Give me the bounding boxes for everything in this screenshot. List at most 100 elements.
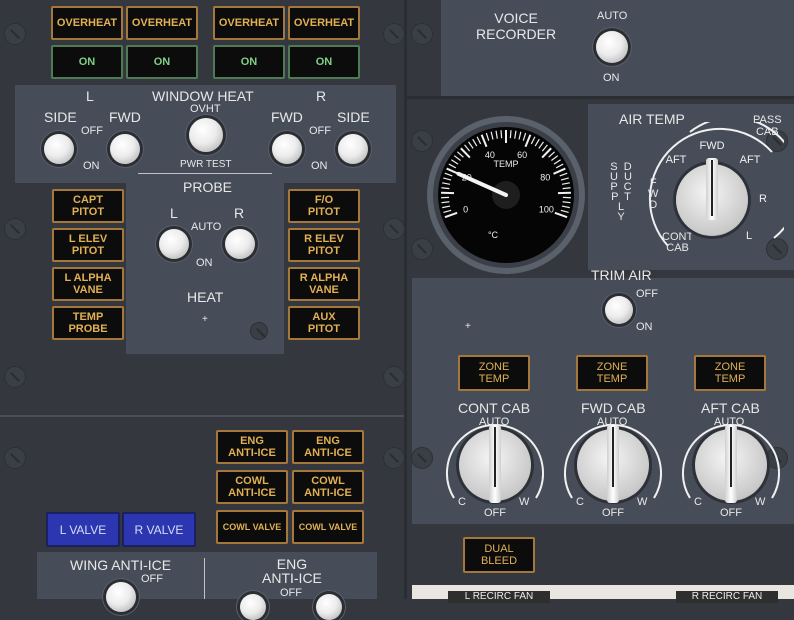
air-temp-pos-r: R bbox=[759, 193, 767, 205]
divider bbox=[407, 96, 794, 99]
pwr-test-line bbox=[138, 173, 272, 174]
aft-cab-warm: W bbox=[755, 497, 765, 508]
window-heat-l-side-switch[interactable] bbox=[44, 134, 74, 164]
zone-temp-light-cont-cab: ZONE TEMP bbox=[458, 355, 530, 391]
window-heat-test-switch[interactable] bbox=[189, 118, 223, 152]
air-temp-pos-aft-right: AFT bbox=[740, 154, 761, 166]
overheat-light-l-fwd: OVERHEAT bbox=[126, 6, 198, 40]
divider bbox=[404, 0, 407, 599]
screw bbox=[250, 322, 268, 340]
plus-mark: + bbox=[465, 322, 471, 332]
overheat-light-r-fwd: OVERHEAT bbox=[213, 6, 285, 40]
window-heat-on-light-r-fwd: ON bbox=[213, 45, 285, 79]
window-heat-l-fwd-switch[interactable] bbox=[110, 134, 140, 164]
window-heat-left-marker: L bbox=[86, 89, 94, 103]
probe-heat-l-switch[interactable] bbox=[159, 229, 189, 259]
probe-auto-label: AUTO bbox=[191, 222, 221, 233]
r-fwd-label: FWD bbox=[271, 110, 303, 124]
aft-cab-off: OFF bbox=[720, 508, 742, 519]
zone-temp-light-aft-cab: ZONE TEMP bbox=[694, 355, 766, 391]
cont-cab-warm: W bbox=[519, 497, 529, 508]
knob-index bbox=[730, 427, 732, 487]
plus-mark: + bbox=[202, 315, 208, 325]
fwd-cab-selector-knob[interactable] bbox=[577, 429, 649, 501]
window-heat-title: WINDOW HEAT bbox=[152, 89, 254, 103]
air-temp-pos-aft-left: AFT bbox=[666, 154, 687, 166]
dual-bleed-light: DUAL BLEED bbox=[463, 537, 535, 573]
r-on-label: ON bbox=[311, 161, 328, 172]
air-temp-knob-index bbox=[711, 160, 713, 216]
ovht-label: OVHT bbox=[190, 104, 221, 115]
r-elev-pitot-light: R ELEV PITOT bbox=[288, 228, 360, 262]
window-heat-on-light-l-side: ON bbox=[51, 45, 123, 79]
voice-recorder-switch[interactable] bbox=[596, 31, 628, 63]
screw bbox=[411, 23, 433, 45]
eng-anti-ice-off-label: OFF bbox=[280, 588, 302, 599]
gauge-tick-label: 60 bbox=[517, 150, 527, 160]
fwd-cab-warm: W bbox=[637, 497, 647, 508]
wing-anti-ice-switch[interactable] bbox=[106, 582, 136, 612]
l-elev-pitot-light: L ELEV PITOT bbox=[52, 228, 124, 262]
wing-anti-ice-off-label: OFF bbox=[141, 574, 163, 585]
gauge-label: TEMP bbox=[493, 159, 518, 169]
knob-index bbox=[494, 427, 496, 487]
window-heat-on-light-l-fwd: ON bbox=[126, 45, 198, 79]
r-recirc-fan-label: R RECIRC FAN bbox=[676, 591, 778, 603]
zone-temp-light-fwd-cab: ZONE TEMP bbox=[576, 355, 648, 391]
eng-anti-ice-title: ENG ANTI-ICE bbox=[262, 557, 322, 585]
cowl-anti-ice-light-2: COWL ANTI-ICE bbox=[292, 470, 364, 504]
l-alpha-vane-light: L ALPHA VANE bbox=[52, 267, 124, 301]
cont-cab-off: OFF bbox=[484, 508, 506, 519]
aft-cab-selector-knob[interactable] bbox=[695, 429, 767, 501]
screw bbox=[383, 218, 405, 240]
fwd-cab-cold: C bbox=[576, 497, 584, 508]
air-temp-selector-knob[interactable] bbox=[676, 164, 748, 236]
screw bbox=[4, 23, 26, 45]
l-on-label: ON bbox=[83, 161, 100, 172]
divider bbox=[0, 415, 404, 417]
window-heat-right-marker: R bbox=[316, 89, 326, 103]
voice-recorder-on-label: ON bbox=[603, 73, 620, 84]
wing-anti-ice-title: WING ANTI-ICE bbox=[70, 558, 171, 572]
voice-recorder-title: VOICE RECORDER bbox=[476, 10, 556, 42]
trim-air-off-label: OFF bbox=[636, 289, 658, 300]
screw bbox=[383, 23, 405, 45]
aft-cab-cold: C bbox=[694, 497, 702, 508]
probe-left-label: L bbox=[170, 206, 178, 220]
r-off-label: OFF bbox=[309, 126, 331, 137]
overheat-light-r-side: OVERHEAT bbox=[288, 6, 360, 40]
fo-pitot-light: F/O PITOT bbox=[288, 189, 360, 223]
r-valve-light: R VALVE bbox=[122, 512, 196, 547]
eng-anti-ice-switch-2[interactable] bbox=[316, 594, 342, 620]
trim-air-switch[interactable] bbox=[605, 296, 633, 324]
eng-anti-ice-switch-1[interactable] bbox=[240, 594, 266, 620]
air-temp-pos-fwd: FWD bbox=[699, 140, 724, 152]
probe-heat-r-switch[interactable] bbox=[225, 229, 255, 259]
air-temp-pos-cont-cab: CONT CAB bbox=[662, 232, 693, 254]
gauge-tick bbox=[501, 130, 502, 138]
supply-duct-label: S D U U P C P T L Y bbox=[610, 162, 632, 222]
fwd-cab-off: OFF bbox=[602, 508, 624, 519]
probe-title: PROBE bbox=[183, 180, 232, 194]
heat-title: HEAT bbox=[187, 290, 223, 304]
screw bbox=[4, 447, 26, 469]
eng-anti-ice-light-2: ENG ANTI-ICE bbox=[292, 430, 364, 464]
window-heat-on-light-r-side: ON bbox=[288, 45, 360, 79]
gauge-tick bbox=[510, 130, 511, 138]
window-heat-r-side-switch[interactable] bbox=[338, 134, 368, 164]
cont-cab-selector-knob[interactable] bbox=[459, 429, 531, 501]
gauge-unit: °C bbox=[488, 230, 499, 240]
r-alpha-vane-light: R ALPHA VANE bbox=[288, 267, 360, 301]
overheat-light-l-side: OVERHEAT bbox=[51, 6, 123, 40]
trim-air-on-label: ON bbox=[636, 322, 653, 333]
gauge-tick-label: 0 bbox=[463, 205, 468, 215]
knob-index bbox=[612, 427, 614, 487]
temp-probe-light: TEMP PROBE bbox=[52, 306, 124, 340]
cowl-valve-light-1: COWL VALVE bbox=[216, 510, 288, 544]
screw bbox=[4, 366, 26, 388]
screw bbox=[383, 366, 405, 388]
eng-anti-ice-light-1: ENG ANTI-ICE bbox=[216, 430, 288, 464]
window-heat-r-fwd-switch[interactable] bbox=[272, 134, 302, 164]
air-temp-pos-l: L bbox=[746, 230, 752, 242]
probe-right-label: R bbox=[234, 206, 244, 220]
